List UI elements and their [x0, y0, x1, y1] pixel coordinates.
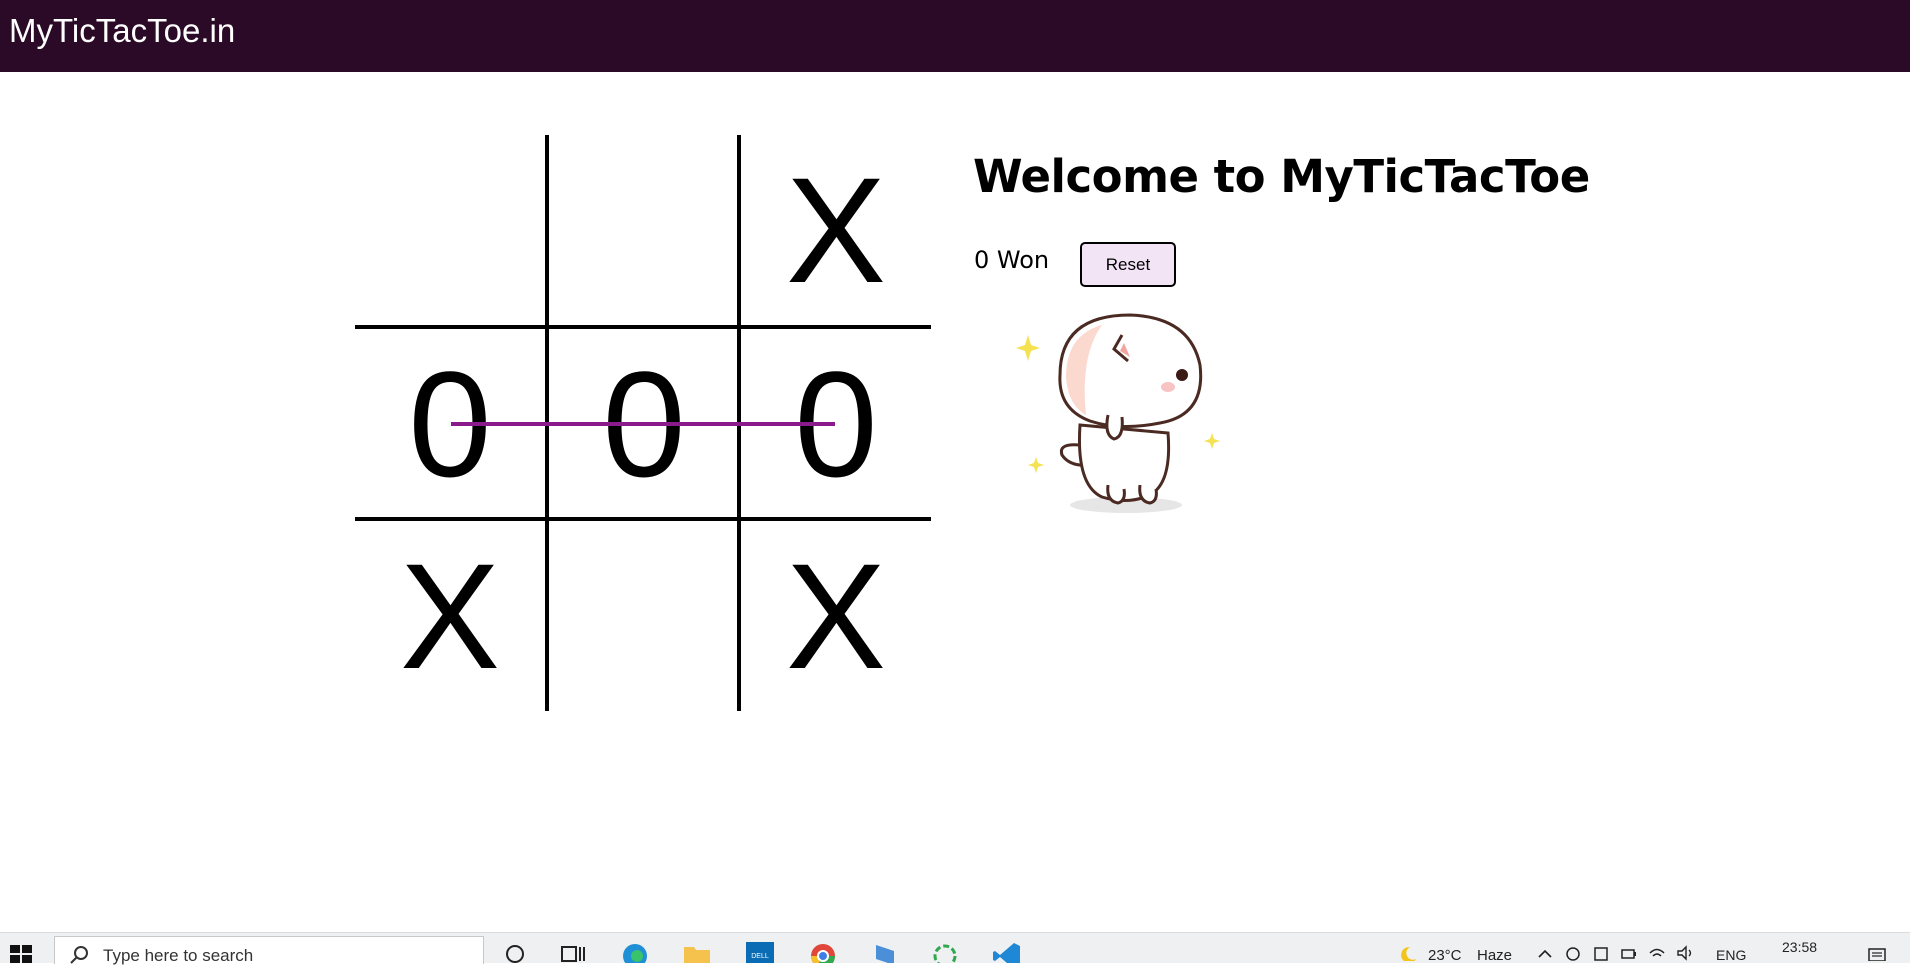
task-view-icon[interactable]	[558, 941, 588, 963]
windows-start-icon[interactable]	[10, 945, 32, 963]
weather-condition: Haze	[1477, 947, 1513, 964]
battery-icon[interactable]	[1620, 945, 1638, 961]
search-placeholder: Type here to search	[103, 946, 254, 965]
weather-temp: 23°C	[1428, 947, 1462, 964]
clock-time[interactable]: 23:58	[1782, 939, 1817, 955]
cell-2[interactable]: X	[741, 135, 931, 325]
brand-link[interactable]: MyTicTacToe.in	[9, 12, 235, 50]
network-icon[interactable]	[1564, 945, 1582, 961]
wifi-icon[interactable]	[1648, 945, 1666, 961]
language-indicator[interactable]: ENG	[1716, 947, 1746, 963]
cell-0[interactable]	[355, 135, 545, 325]
reset-button[interactable]: Reset	[1080, 242, 1176, 287]
winning-line	[451, 422, 835, 426]
cell-1[interactable]	[549, 135, 739, 325]
file-explorer-icon[interactable]	[682, 941, 712, 963]
notifications-icon[interactable]	[1866, 945, 1888, 961]
svg-text:DELL: DELL	[751, 953, 769, 960]
weather-icon[interactable]	[1394, 945, 1418, 961]
taskbar: Type here to search DELL 23°C Haze ENG 2…	[0, 932, 1910, 965]
refresh-app-icon[interactable]	[930, 941, 960, 963]
page-title: Welcome to MyTicTacToe	[973, 150, 1590, 203]
navbar: MyTicTacToe.in	[0, 0, 1910, 72]
cell-6[interactable]: X	[355, 521, 545, 711]
chevron-up-icon[interactable]	[1536, 945, 1554, 961]
cell-7[interactable]	[549, 521, 739, 711]
cat-illustration	[1016, 313, 1220, 513]
won-count: 0 Won	[974, 246, 1050, 274]
dell-icon[interactable]: DELL	[745, 941, 775, 963]
taskbar-search-box[interactable]: Type here to search	[54, 936, 484, 965]
search-icon	[70, 946, 88, 964]
chrome-icon[interactable]	[808, 941, 838, 963]
app-icon[interactable]	[870, 941, 900, 963]
cell-8[interactable]: X	[741, 521, 931, 711]
edge-icon[interactable]	[620, 941, 650, 963]
sync-icon[interactable]	[1592, 945, 1610, 961]
tic-tac-toe-board: X 0 0 0 X X	[355, 135, 931, 711]
cortana-icon[interactable]	[500, 941, 530, 963]
volume-icon[interactable]	[1676, 945, 1694, 961]
vscode-icon[interactable]	[992, 941, 1022, 963]
